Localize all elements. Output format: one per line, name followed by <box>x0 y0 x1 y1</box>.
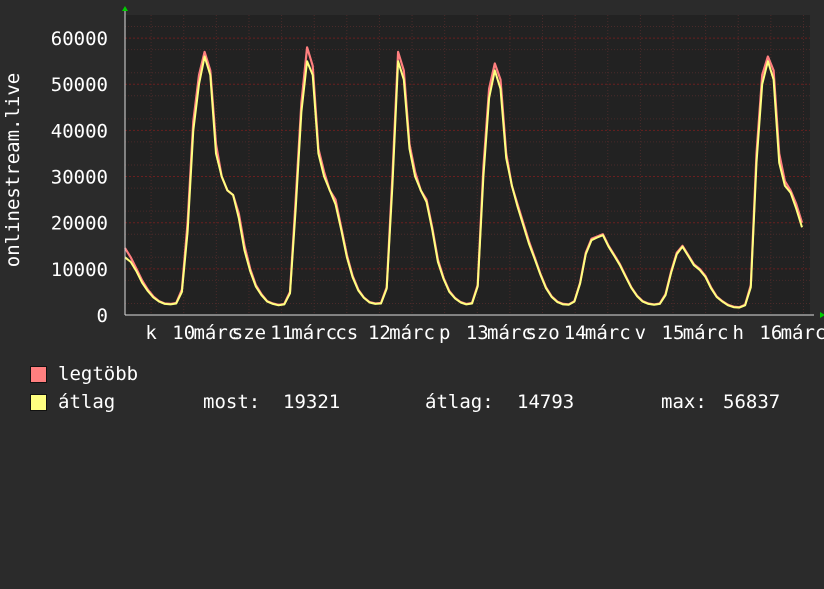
x-tick-label: cs <box>335 322 358 344</box>
stat-most-label: most: <box>203 391 261 413</box>
legend-label-legtobb: legtöbb <box>58 363 139 385</box>
stat-most-value: 19321 <box>283 391 341 413</box>
y-tick-label: 10000 <box>51 259 108 281</box>
legend-item-legtobb: legtöbb <box>30 363 138 385</box>
x-tick-label: v <box>635 322 646 344</box>
x-tick-label: 14 <box>564 322 587 344</box>
y-tick-label: 60000 <box>51 28 108 50</box>
legend-swatch-atlag <box>30 394 47 411</box>
x-tick-label: márc <box>683 322 729 344</box>
x-tick-label: h <box>733 322 744 344</box>
x-tick-label: szo <box>525 322 559 344</box>
x-tick-label: k <box>145 322 157 344</box>
x-tick-label: 10 <box>172 322 195 344</box>
y-tick-label: 50000 <box>51 74 108 96</box>
y-tick-label: 30000 <box>51 167 108 189</box>
x-tick-label: sze <box>232 322 266 344</box>
x-tick-label: 16 <box>759 322 782 344</box>
y-axis-label: onlinestream.live <box>2 73 24 267</box>
y-tick-label: 0 <box>97 305 108 327</box>
legend-swatch-legtobb <box>30 366 47 383</box>
x-tick-label: márc <box>389 322 435 344</box>
x-tick-label: 11 <box>270 322 293 344</box>
x-tick-label: 13 <box>466 322 489 344</box>
x-tick-label: 12 <box>368 322 391 344</box>
stat-max-value: 56837 <box>723 391 781 413</box>
legend-item-atlag: átlag most: 19321 átlag: 14793 max: 5683… <box>30 391 810 413</box>
stat-max-label: max: <box>661 391 707 413</box>
stream-chart: 0 10000 20000 30000 40000 50000 60000 k 10 márc s… <box>0 0 824 350</box>
x-tick-label: márc <box>781 322 824 344</box>
x-tick-label: 15 <box>662 322 685 344</box>
x-tick-labels: k 10márcsze 11márccs 12márc p 13márcszo 14márc… <box>145 322 824 344</box>
x-tick-label: p <box>439 322 450 344</box>
y-tick-label: 40000 <box>51 120 108 142</box>
stat-atlag-value: 14793 <box>517 391 575 413</box>
x-tick-label: márc <box>291 322 337 344</box>
y-tick-label: 20000 <box>51 213 108 235</box>
x-tick-label: márc <box>585 322 631 344</box>
legend-label-atlag: átlag <box>58 391 116 413</box>
stat-atlag-label: átlag: <box>425 391 494 413</box>
